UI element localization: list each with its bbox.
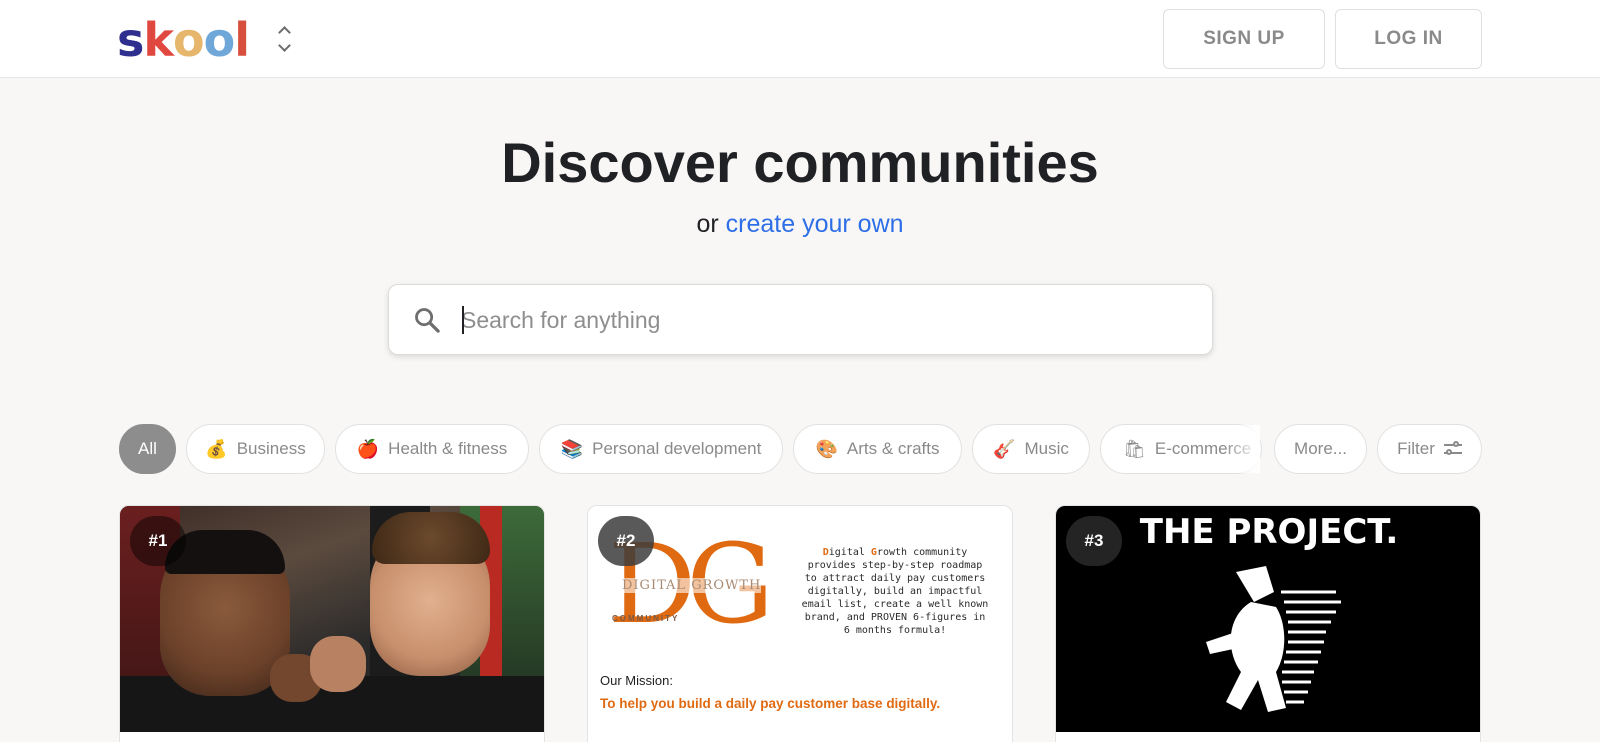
category-all[interactable]: All xyxy=(119,424,176,474)
community-card[interactable]: THE PROJECT. #3 xyxy=(1055,505,1481,742)
cover-mission-label: Our Mission: xyxy=(600,673,673,688)
cover-description: Digital Growth community provides step-b… xyxy=(801,547,989,636)
rank-badge: #3 xyxy=(1066,516,1122,566)
sliders-icon xyxy=(1443,441,1462,457)
filter-label: Filter xyxy=(1397,439,1435,458)
logo-letter: s xyxy=(117,13,144,67)
category-label: Business xyxy=(236,439,306,458)
category-label: Music xyxy=(1024,439,1069,458)
page-title: Discover communities xyxy=(501,131,1099,194)
or-text: or xyxy=(696,210,719,238)
filter-button[interactable]: Filter xyxy=(1377,424,1482,474)
community-card[interactable]: #1 xyxy=(119,505,545,742)
category-label: Arts & crafts xyxy=(846,439,940,458)
category-arts-crafts[interactable]: 🎨 Arts & crafts xyxy=(793,424,962,474)
category-label: All xyxy=(138,439,157,458)
log-in-button[interactable]: LOG IN xyxy=(1335,9,1482,69)
logo-letter: o xyxy=(203,13,236,67)
top-bar: skool SIGN UP LOG IN xyxy=(0,0,1600,78)
category-more[interactable]: More... xyxy=(1274,424,1367,474)
palette-icon: 🎨 xyxy=(815,439,838,459)
community-cover-image: DG DIGITAL GROWTH COMMUNITY Digital Grow… xyxy=(588,506,1012,732)
money-bag-icon: 💰 xyxy=(205,439,228,459)
shopping-bags-icon: 🛍 xyxy=(1123,439,1146,459)
community-cover-image: #1 xyxy=(120,506,544,732)
category-business[interactable]: 💰 Business xyxy=(186,424,325,474)
category-personal-development[interactable]: 📚 Personal development xyxy=(539,424,783,474)
community-cover-image: THE PROJECT. #3 xyxy=(1056,506,1480,732)
category-label: Health & fitness xyxy=(388,439,508,458)
scroll-fade xyxy=(1224,425,1260,473)
sign-up-button[interactable]: SIGN UP xyxy=(1163,9,1325,69)
cover-logo-title: DIGITAL GROWTH xyxy=(622,578,762,593)
text-cursor xyxy=(462,306,464,334)
category-health-fitness[interactable]: 🍎 Health & fitness xyxy=(335,424,529,474)
rank-badge: #1 xyxy=(130,516,186,566)
rank-badge: #2 xyxy=(598,516,654,566)
search-icon xyxy=(415,308,440,333)
books-icon: 📚 xyxy=(560,439,584,459)
cover-logo-subtitle: COMMUNITY xyxy=(612,614,680,623)
community-card[interactable]: DG DIGITAL GROWTH COMMUNITY Digital Grow… xyxy=(587,505,1013,742)
category-label: Personal development xyxy=(592,439,762,458)
category-music[interactable]: 🎸 Music xyxy=(972,424,1090,474)
create-community-link[interactable]: create your own xyxy=(726,210,904,238)
chevron-up-down-icon[interactable] xyxy=(270,24,298,54)
category-label: More... xyxy=(1294,439,1347,458)
cover-mission-text: To help you build a daily pay customer b… xyxy=(600,696,941,711)
skool-logo[interactable]: skool xyxy=(117,12,250,68)
logo-letter: l xyxy=(234,13,250,67)
apple-icon: 🍎 xyxy=(356,439,380,459)
hero-subtitle: or create your own xyxy=(0,207,1600,241)
guitar-icon: 🎸 xyxy=(993,439,1016,459)
logo-letter: k xyxy=(143,13,174,67)
search-box[interactable] xyxy=(388,284,1213,355)
logo-letter: o xyxy=(172,13,205,67)
running-figure-logo xyxy=(1206,566,1341,712)
search-input[interactable] xyxy=(461,299,1191,341)
